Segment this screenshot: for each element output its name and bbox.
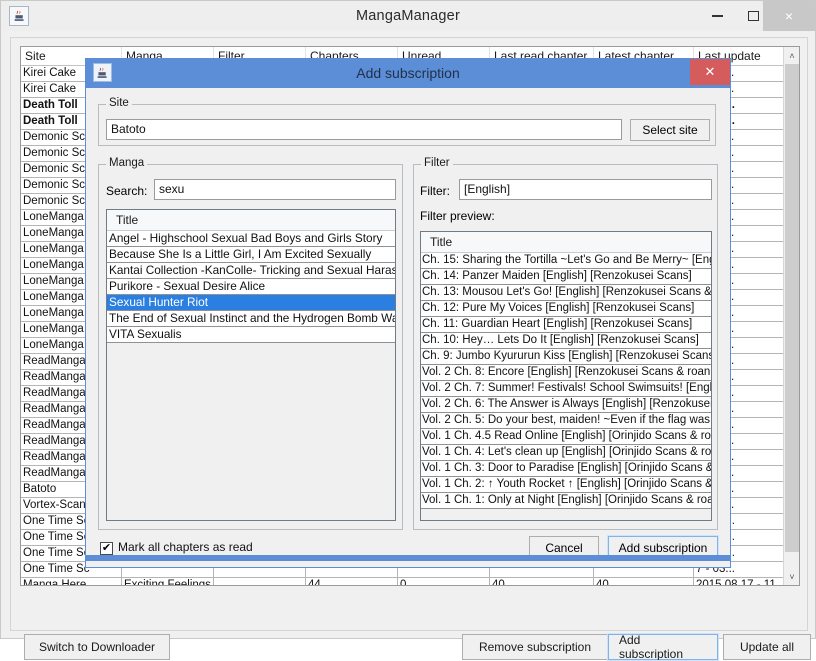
site-field[interactable]: Batoto [106,119,622,140]
site-group-legend: Site [106,97,132,109]
manga-list-item[interactable]: VITA Sexualis [107,327,395,343]
filter-input[interactable]: [English] [459,179,712,200]
update-all-button[interactable]: Update all [723,634,811,660]
manga-list-item[interactable]: Kantai Collection -KanColle- Tricking an… [107,263,395,279]
dialog-bottom-strip [86,555,730,561]
filter-label: Filter: [420,184,450,198]
dialog-titlebar: Add subscription ✕ [86,59,730,87]
table-cell: 40 [594,578,694,585]
dialog-title: Add subscription [356,65,460,81]
add-subscription-dialog: Add subscription ✕ Site Batoto Select si… [85,58,731,568]
preview-list-item[interactable]: Vol. 1 Ch. 1: Only at Night [English] [O… [421,493,711,509]
table-cell [214,578,306,585]
preview-list-item[interactable]: Vol. 2 Ch. 6: The Answer is Always [Engl… [421,397,711,413]
filter-group: Filter Filter: [English] Filter preview:… [413,157,718,530]
main-window-title: MangaManager [356,8,460,24]
remove-subscription-button[interactable]: Remove subscription [462,634,608,660]
filter-preview-list[interactable]: Title Ch. 15: Sharing the Tortilla ~Let'… [420,231,712,521]
add-subscription-button[interactable]: Add subscription [607,633,719,661]
main-window-titlebar: MangaManager × [1,1,815,31]
switch-to-downloader-button[interactable]: Switch to Downloader [24,634,170,660]
java-cup-icon [93,63,112,82]
table-cell: 40 [490,578,594,585]
preview-list-item[interactable]: Vol. 1 Ch. 3: Door to Paradise [English]… [421,461,711,477]
preview-list-column-header[interactable]: Title [421,232,711,253]
manga-search-input[interactable]: sexu [154,179,396,200]
manga-list-item[interactable]: Purikore - Sexual Desire Alice [107,279,395,295]
java-cup-icon [9,6,29,26]
manga-list-column-header[interactable]: Title [107,210,395,231]
preview-list-item[interactable]: Ch. 12: Pure My Voices [English] [Renzok… [421,301,711,317]
preview-list-item[interactable]: Vol. 2 Ch. 5: Do your best, maiden! ~Eve… [421,413,711,429]
check-icon: ✔ [101,542,112,554]
table-cell: 0 [398,578,490,585]
manga-search-label: Search: [106,184,148,198]
table-cell: Exciting Feelings [122,578,214,585]
close-icon[interactable]: × [763,1,815,31]
preview-list-item[interactable]: Ch. 13: Mousou Let's Go! [English] [Renz… [421,285,711,301]
preview-list-body[interactable]: Ch. 15: Sharing the Tortilla ~Let's Go a… [421,253,711,509]
manga-list-item[interactable]: Angel - Highschool Sexual Bad Boys and G… [107,231,395,247]
manga-list-body[interactable]: Angel - Highschool Sexual Bad Boys and G… [107,231,395,343]
preview-list-item[interactable]: Vol. 2 Ch. 8: Encore [English] [Renzokus… [421,365,711,381]
scroll-up-arrow-icon[interactable]: ˄ [784,47,799,64]
filter-preview-label: Filter preview: [420,209,495,223]
filter-group-legend: Filter [421,157,453,169]
preview-list-item[interactable]: Vol. 2 Ch. 7: Summer! Festivals! School … [421,381,711,397]
manga-list-item[interactable]: Sexual Hunter Riot [107,295,395,311]
preview-list-item[interactable]: Ch. 14: Panzer Maiden [English] [Renzoku… [421,269,711,285]
preview-list-item[interactable]: Ch. 10: Hey… Lets Do It [English] [Renzo… [421,333,711,349]
preview-list-item[interactable]: Ch. 9: Jumbo Kyururun Kiss [English] [Re… [421,349,711,365]
scroll-down-arrow-icon[interactable]: ˅ [784,568,799,585]
select-site-button[interactable]: Select site [630,119,710,141]
table-vertical-scrollbar[interactable]: ˄ ˅ [783,47,799,585]
manga-group: Manga Search: sexu Title Angel - Highsch… [98,157,403,530]
preview-list-item[interactable]: Vol. 1 Ch. 4.5 Read Online [English] [Or… [421,429,711,445]
preview-list-item[interactable]: Vol. 1 Ch. 2: ↑ Youth Rocket ↑ [English]… [421,477,711,493]
table-row[interactable]: Manga Here Exciting Feelings 44 0 40 40 2015.0… [21,578,799,585]
preview-list-item[interactable]: Ch. 11: Guardian Heart [English] [Renzok… [421,317,711,333]
manga-results-list[interactable]: Title Angel - Highschool Sexual Bad Boys… [106,209,396,521]
site-group: Site Batoto Select site [98,97,716,146]
dialog-body: Site Batoto Select site Manga Search: se… [86,87,730,561]
preview-list-item[interactable]: Ch. 15: Sharing the Tortilla ~Let's Go a… [421,253,711,269]
manga-list-item[interactable]: The End of Sexual Instinct and the Hydro… [107,311,395,327]
manga-group-legend: Manga [106,157,148,169]
mark-all-read-label[interactable]: Mark all chapters as read [118,540,253,554]
scrollbar-thumb[interactable] [785,64,799,552]
preview-list-item[interactable]: Vol. 1 Ch. 4: Let's clean up [English] [… [421,445,711,461]
table-cell: 44 [306,578,398,585]
mark-all-read-checkbox[interactable]: ✔ [100,542,113,555]
dialog-close-icon[interactable]: ✕ [690,59,730,85]
table-cell: Manga Here [21,578,122,585]
table-cell: 2015.08.17 - 11... [694,578,784,585]
minimize-icon[interactable] [699,1,735,31]
manga-list-item[interactable]: Because She Is a Little Girl, I Am Excit… [107,247,395,263]
